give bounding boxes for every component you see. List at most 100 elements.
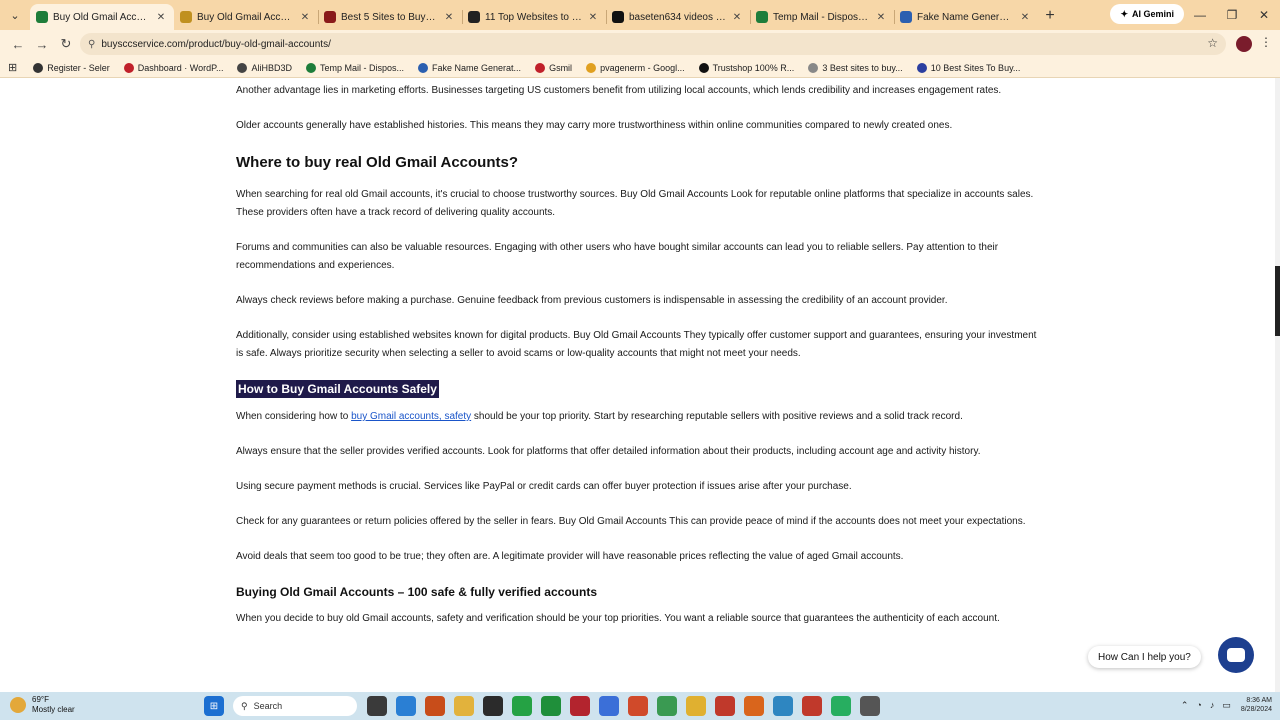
weather-widget[interactable]: 69°F Mostly clear xyxy=(10,695,75,715)
tab-6[interactable]: Fake Name Generator | Ra ✕ xyxy=(894,4,1038,30)
tab-1[interactable]: Buy Old Gmail Accounts - 1 ✕ xyxy=(174,4,318,30)
app-icon[interactable] xyxy=(860,696,880,716)
buy-gmail-accounts-link[interactable]: buy Gmail accounts, safety xyxy=(351,411,471,422)
windows-start-icon[interactable]: ⊞ xyxy=(204,696,224,716)
weather-icon xyxy=(10,697,26,713)
reload-icon[interactable]: ↻ xyxy=(54,32,78,56)
search-icon: ⚲ xyxy=(241,700,248,711)
new-tab-plus-icon[interactable]: + xyxy=(1038,4,1062,28)
bookmark-label: Register - Seler xyxy=(47,62,110,73)
forward-arrow-icon[interactable]: → xyxy=(30,32,54,56)
bookmark-label: Trustshop 100% R... xyxy=(712,62,795,73)
article-paragraph: When searching for real old Gmail accoun… xyxy=(236,189,1034,218)
bookmark-item[interactable]: Fake Name Generat... xyxy=(418,62,521,73)
article-paragraph: Using secure payment methods is crucial.… xyxy=(236,481,852,492)
file-explorer-icon[interactable] xyxy=(454,696,474,716)
paragraph-text: When considering how to xyxy=(236,411,352,422)
bookmark-item[interactable]: Register - Seler xyxy=(33,62,110,73)
clock-time: 8:36 AM xyxy=(1246,697,1272,704)
site-info-icon[interactable]: ⚲ xyxy=(88,39,95,50)
article-paragraph: Another advantage lies in marketing effo… xyxy=(236,85,1002,96)
bookmark-item[interactable]: pvagenerm - Googl... xyxy=(586,62,685,73)
minimize-icon[interactable]: — xyxy=(1184,0,1216,30)
chrome-icon[interactable] xyxy=(628,696,648,716)
tab-title: Buy Old Gmail Accounts - H xyxy=(53,11,150,23)
weather-description: Mostly clear xyxy=(32,705,75,714)
close-window-icon[interactable]: ✕ xyxy=(1248,0,1280,30)
bookmark-item[interactable]: AliHBD3D xyxy=(237,62,292,73)
tab-3[interactable]: 11 Top Websites to Buy Ol ✕ xyxy=(462,4,606,30)
app-icon[interactable] xyxy=(773,696,793,716)
tab-close-icon[interactable]: ✕ xyxy=(1018,12,1032,23)
bookmark-item[interactable]: Trustshop 100% R... xyxy=(698,62,795,73)
ai-gemini-button[interactable]: ✦ AI Gemini xyxy=(1110,4,1184,24)
page-scrollbar[interactable] xyxy=(1275,78,1280,692)
bookmark-item[interactable]: Temp Mail - Dispos... xyxy=(305,62,404,73)
tab-close-icon[interactable]: ✕ xyxy=(298,12,312,23)
tab-search-icon[interactable]: ⌄ xyxy=(4,4,26,26)
article-paragraph: Additionally, consider using established… xyxy=(236,330,1037,359)
chat-widget-button[interactable] xyxy=(1218,637,1254,673)
tab-favicon xyxy=(756,11,768,23)
chrome-icon[interactable] xyxy=(657,696,677,716)
taskbar-clock[interactable]: 8:36 AM 8/28/2024 xyxy=(1241,696,1272,714)
tab-close-icon[interactable]: ✕ xyxy=(154,12,168,23)
menu-kebab-icon[interactable]: ⋮ xyxy=(1260,35,1272,49)
tab-5[interactable]: Temp Mail - Disposable Te ✕ xyxy=(750,4,894,30)
tab-close-icon[interactable]: ✕ xyxy=(730,12,744,23)
article-paragraph: Avoid deals that seem too good to be tru… xyxy=(236,551,904,562)
tray-chevron-up-icon[interactable]: ⌃ xyxy=(1181,700,1189,711)
scrollbar-thumb[interactable] xyxy=(1275,266,1280,336)
tab-0[interactable]: Buy Old Gmail Accounts - H ✕ xyxy=(30,4,174,30)
tab-close-icon[interactable]: ✕ xyxy=(442,12,456,23)
task-view-icon[interactable] xyxy=(367,696,387,716)
battery-icon[interactable]: ▭ xyxy=(1222,700,1231,711)
article-body: Another advantage lies in marketing effo… xyxy=(236,82,1042,645)
tab-close-icon[interactable]: ✕ xyxy=(874,12,888,23)
back-arrow-icon[interactable]: ← xyxy=(6,32,30,56)
app-icon[interactable] xyxy=(744,696,764,716)
tab-2[interactable]: Best 5 Sites to Buy Old Gm ✕ xyxy=(318,4,462,30)
app-icon[interactable] xyxy=(570,696,590,716)
bookmark-item[interactable]: Gsmil xyxy=(535,62,572,73)
article-paragraph: Forums and communities can also be valua… xyxy=(236,242,999,271)
volume-icon[interactable]: ♪ xyxy=(1210,700,1215,710)
bookmark-item[interactable]: Dashboard · WordP... xyxy=(123,62,223,73)
apps-grid-icon[interactable]: ⊞ xyxy=(8,61,17,74)
maximize-icon[interactable]: ❐ xyxy=(1216,0,1248,30)
edge-icon[interactable] xyxy=(396,696,416,716)
bookmark-star-icon[interactable]: ☆ xyxy=(1207,36,1218,50)
chat-icon xyxy=(1227,648,1245,662)
bookmarks-bar: ⊞ Register - Seler Dashboard · WordP... … xyxy=(0,58,1280,78)
taskbar-search[interactable]: ⚲ Search xyxy=(233,696,357,716)
chrome-icon[interactable] xyxy=(686,696,706,716)
bookmark-favicon xyxy=(535,62,546,73)
section-heading-how: How to Buy Gmail Accounts Safely xyxy=(236,380,1042,398)
wifi-icon[interactable]: ◔ xyxy=(1196,700,1201,710)
tab-favicon xyxy=(180,11,192,23)
tab-title: baseten634 videos - Daily xyxy=(629,11,726,23)
chrome-icon[interactable] xyxy=(831,696,851,716)
tab-close-icon[interactable]: ✕ xyxy=(586,12,600,23)
bookmark-label: 10 Best Sites To Buy... xyxy=(930,62,1021,73)
chrome-icon[interactable] xyxy=(802,696,822,716)
bookmark-favicon xyxy=(418,62,429,73)
tab-favicon xyxy=(468,11,480,23)
store-icon[interactable] xyxy=(483,696,503,716)
address-bar[interactable]: ⚲ buysccservice.com/product/buy-old-gmai… xyxy=(80,33,1226,55)
chat-prompt-bubble[interactable]: How Can I help you? xyxy=(1088,646,1201,668)
web-page[interactable]: Another advantage lies in marketing effo… xyxy=(0,78,1280,692)
chrome-icon[interactable] xyxy=(715,696,735,716)
section-heading-buying: Buying Old Gmail Accounts – 100 safe & f… xyxy=(236,585,597,599)
bookmark-item[interactable]: 10 Best Sites To Buy... xyxy=(916,62,1021,73)
selected-heading-text: How to Buy Gmail Accounts Safely xyxy=(236,380,439,398)
taskbar-apps: ⊞ ⚲ Search xyxy=(204,696,889,716)
profile-avatar[interactable] xyxy=(1236,36,1252,52)
tab-favicon xyxy=(612,11,624,23)
chrome-icon[interactable] xyxy=(541,696,561,716)
bookmark-item[interactable]: 3 Best sites to buy... xyxy=(808,62,903,73)
whatsapp-icon[interactable] xyxy=(512,696,532,716)
office-icon[interactable] xyxy=(425,696,445,716)
app-icon[interactable] xyxy=(599,696,619,716)
tab-4[interactable]: baseten634 videos - Daily ✕ xyxy=(606,4,750,30)
